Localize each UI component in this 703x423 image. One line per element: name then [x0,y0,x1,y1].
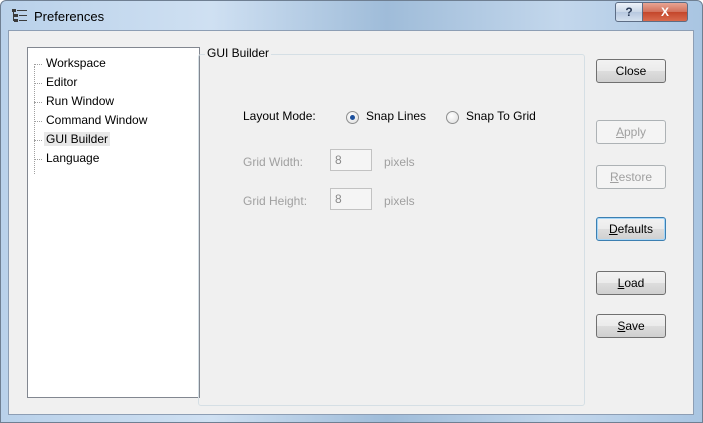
layout-mode-label: Layout Mode: [243,109,316,123]
gui-builder-group [198,54,585,406]
tree-item-label: GUI Builder [44,132,111,146]
grid-height-unit: pixels [384,194,415,208]
grid-height-label: Grid Height: [243,194,308,208]
grid-width-unit: pixels [384,155,415,169]
close-button[interactable]: Close [596,59,666,83]
tree-branch-line [34,159,42,160]
window-title: Preferences [34,9,105,24]
restore-mnemonic: R [609,170,619,184]
grid-width-input[interactable] [330,149,372,171]
tree-branch-line [34,64,42,65]
snap-to-grid-label[interactable]: Snap To Grid [466,109,536,123]
snap-lines-radio[interactable] [346,111,359,124]
tree-branch-line [34,102,42,103]
tree-item-label: Workspace [46,56,106,70]
apply-mnemonic: A [615,125,624,139]
tree-branch-line [34,121,42,122]
defaults-mnemonic: D [608,222,618,236]
category-tree[interactable]: Workspace Editor Run Window Command Wind… [27,47,200,398]
load-button-label: Load [618,276,645,290]
apply-label-rest: pply [624,125,647,139]
save-button-label: Save [617,319,644,333]
save-label-rest: ave [625,319,645,333]
restore-label-rest: estore [618,170,653,184]
grid-height-input[interactable] [330,188,372,210]
apply-button[interactable]: Apply [596,120,666,144]
defaults-label-rest: efaults [617,222,654,236]
save-button[interactable]: Save [596,314,666,338]
tree-branch-line [34,83,42,84]
close-icon: X [660,5,669,19]
snap-to-grid-radio[interactable] [446,111,459,124]
dialog-client-area: Workspace Editor Run Window Command Wind… [8,30,694,415]
tree-item-label: Command Window [46,113,148,127]
restore-button[interactable]: Restore [596,165,666,189]
close-button-label: Close [615,64,647,78]
defaults-button-label: Defaults [609,222,653,236]
tree-branch-line [34,140,42,141]
grid-width-label: Grid Width: [243,155,304,169]
defaults-button[interactable]: Defaults [596,217,666,241]
tree-item-label: Language [46,151,100,165]
title-bar[interactable]: Preferences ? X [1,1,702,31]
tree-item-label: Run Window [46,94,115,108]
window-close-button[interactable]: X [642,2,688,22]
restore-button-label: Restore [610,170,652,184]
help-icon: ? [625,5,633,19]
help-button[interactable]: ? [615,2,643,22]
load-button[interactable]: Load [596,271,666,295]
apply-button-label: Apply [616,125,646,139]
group-title: GUI Builder [205,46,272,60]
tree-item-label: Editor [46,75,78,89]
preferences-tree-icon [12,9,28,23]
load-label-rest: oad [624,276,645,290]
snap-lines-label[interactable]: Snap Lines [366,109,426,123]
